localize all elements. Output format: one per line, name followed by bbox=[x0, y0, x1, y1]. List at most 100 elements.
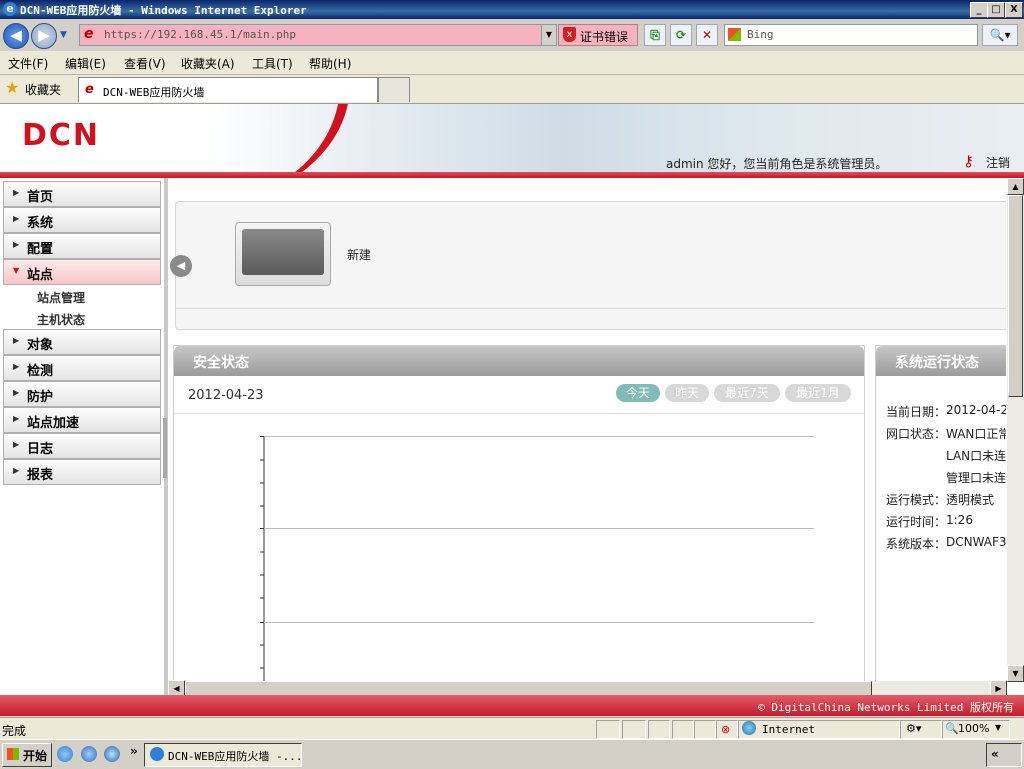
key-icon[interactable]: ⚷ bbox=[963, 152, 974, 170]
certificate-error-button[interactable]: x 证书错误 bbox=[558, 24, 638, 46]
uptime-value: 1:26 bbox=[946, 513, 973, 527]
blocked-icon[interactable]: ⊗ bbox=[721, 723, 730, 736]
zoom-dropdown-icon[interactable]: ▼ bbox=[995, 723, 1001, 732]
status-cell bbox=[694, 720, 716, 739]
version-row: 系统版本： DCNWAF3 bbox=[886, 535, 1006, 552]
history-dropdown-icon[interactable]: ▼ bbox=[60, 30, 67, 40]
uptime-label: 运行时间： bbox=[886, 515, 947, 529]
quicklaunch-server-icon[interactable] bbox=[81, 746, 97, 762]
prev-arrow-icon[interactable]: ◀ bbox=[170, 255, 192, 277]
refresh-button[interactable]: ⟳ bbox=[670, 24, 692, 46]
menu-view[interactable]: 查看(V) bbox=[124, 55, 166, 72]
dcn-logo: DCN bbox=[22, 118, 101, 153]
menu-file[interactable]: 文件(F) bbox=[8, 55, 48, 72]
address-url[interactable]: https://192.168.45.1/main.php bbox=[104, 28, 296, 41]
port-status-label: 网口状态： bbox=[886, 427, 947, 441]
start-button[interactable]: 开始 bbox=[2, 743, 52, 767]
compatibility-view-button[interactable]: ⎘ bbox=[644, 24, 666, 46]
menu-edit[interactable]: 编辑(E) bbox=[65, 55, 106, 72]
sidebar-item-detect[interactable]: ▶ 检测 bbox=[3, 355, 161, 381]
run-mode-row: 运行模式： 透明模式 bbox=[886, 491, 994, 508]
sidebar-item-system[interactable]: ▶ 系统 bbox=[3, 207, 161, 233]
search-field[interactable]: Bing bbox=[724, 24, 978, 46]
close-button[interactable]: X bbox=[1005, 2, 1023, 18]
forward-button[interactable]: ▶ bbox=[31, 23, 57, 49]
caret-right-icon: ▶ bbox=[13, 466, 20, 475]
sidebar-item-site[interactable]: ▼ 站点 bbox=[3, 259, 161, 285]
new-tab-button[interactable] bbox=[378, 77, 410, 102]
browser-tab[interactable]: e DCN-WEB应用防火墙 bbox=[78, 77, 378, 102]
quicklaunch-more-icon[interactable]: » bbox=[130, 744, 138, 758]
search-button[interactable]: 🔍▾ bbox=[982, 24, 1018, 46]
menu-help[interactable]: 帮助(H) bbox=[309, 55, 351, 72]
current-date-value: 2012-04-2 bbox=[946, 403, 1006, 417]
sidebar-item-object[interactable]: ▶ 对象 bbox=[3, 329, 161, 355]
sidebar-item-home[interactable]: ▶ 首页 bbox=[3, 181, 161, 207]
filter-yesterday-button[interactable]: 昨天 bbox=[665, 384, 709, 402]
sidebar-item-config[interactable]: ▶ 配置 bbox=[3, 233, 161, 259]
status-cell bbox=[648, 720, 670, 739]
filter-today-button[interactable]: 今天 bbox=[616, 384, 660, 402]
address-bar-row: ◀ ▶ ▼ e https://192.168.45.1/main.php ▼ … bbox=[0, 19, 1024, 51]
sidebar-item-label: 首页 bbox=[27, 190, 54, 205]
current-date-row: 当前日期： 2012-04-2 bbox=[886, 403, 1006, 420]
logout-link[interactable]: 注销 bbox=[986, 154, 1010, 171]
filter-7days-button[interactable]: 最近7天 bbox=[714, 384, 780, 402]
new-site-link[interactable]: 新建 bbox=[347, 246, 371, 263]
caret-right-icon: ▶ bbox=[13, 188, 20, 197]
security-status-title: 安全状态 bbox=[193, 355, 249, 371]
tab-title: DCN-WEB应用防火墙 bbox=[103, 86, 205, 99]
search-placeholder: Bing bbox=[747, 28, 774, 41]
sidebar-item-label: 报表 bbox=[27, 468, 54, 483]
filter-1month-button[interactable]: 最近1月 bbox=[785, 384, 851, 402]
sidebar-item-log[interactable]: ▶ 日志 bbox=[3, 433, 161, 459]
caret-right-icon: ▶ bbox=[13, 336, 20, 345]
zoom-level[interactable]: 100% bbox=[958, 722, 989, 735]
address-dropdown-icon[interactable]: ▼ bbox=[541, 25, 556, 45]
status-cell bbox=[596, 720, 620, 739]
scroll-down-icon[interactable]: ▼ bbox=[1007, 665, 1024, 682]
scroll-right-icon[interactable]: ▶ bbox=[990, 680, 1007, 696]
scroll-left-icon[interactable]: ◀ bbox=[168, 680, 185, 696]
security-separator bbox=[174, 413, 864, 414]
page-e-icon: e bbox=[84, 26, 94, 42]
protected-mode-cell[interactable]: ⚙▾ bbox=[900, 720, 942, 739]
minimize-button[interactable]: _ bbox=[970, 2, 988, 18]
status-cell bbox=[672, 720, 694, 739]
caret-down-icon: ▼ bbox=[13, 266, 20, 275]
windows-logo-icon bbox=[7, 748, 19, 760]
sidebar-subitem-host-status[interactable]: 主机状态 bbox=[37, 311, 85, 328]
security-status-header: 安全状态 bbox=[174, 346, 864, 376]
sidebar-item-protect[interactable]: ▶ 防护 bbox=[3, 381, 161, 407]
window-title-bar: e DCN-WEB应用防火墙 - Windows Internet Explor… bbox=[0, 0, 1024, 19]
vertical-scrollbar[interactable]: ▲ ▼ bbox=[1007, 178, 1024, 682]
sidebar-collapse-handle[interactable] bbox=[163, 418, 167, 478]
menu-tools[interactable]: 工具(T) bbox=[252, 55, 293, 72]
taskbar-window-item[interactable]: DCN-WEB应用防火墙 -... bbox=[144, 743, 302, 767]
favorites-button[interactable]: 收藏夹 bbox=[25, 81, 61, 98]
sidebar-subitem-site-management[interactable]: 站点管理 bbox=[37, 289, 85, 306]
sidebar-item-label: 防护 bbox=[27, 390, 54, 405]
system-tray: « bbox=[986, 743, 1022, 767]
favorites-star-icon[interactable]: ★ bbox=[5, 80, 19, 96]
new-site-monitor-icon[interactable] bbox=[235, 222, 331, 286]
stop-button[interactable]: ✕ bbox=[696, 24, 718, 46]
quicklaunch-ie-icon[interactable] bbox=[57, 746, 73, 762]
horizontal-scroll-thumb[interactable] bbox=[185, 681, 872, 696]
sidebar-item-report[interactable]: ▶ 报表 bbox=[3, 459, 161, 485]
scroll-up-icon[interactable]: ▲ bbox=[1007, 178, 1024, 195]
horizontal-scrollbar[interactable]: ◀ ▶ bbox=[168, 680, 1007, 696]
sidebar-item-site-accel[interactable]: ▶ 站点加速 bbox=[3, 407, 161, 433]
vertical-scroll-thumb[interactable] bbox=[1008, 195, 1023, 397]
security-zone[interactable]: Internet bbox=[762, 723, 815, 736]
favorites-bar: ★ 收藏夹 e DCN-WEB应用防火墙 bbox=[0, 75, 1024, 103]
maximize-button[interactable]: □ bbox=[987, 2, 1005, 18]
caret-right-icon: ▶ bbox=[13, 362, 20, 371]
menu-favorites[interactable]: 收藏夹(A) bbox=[181, 55, 235, 72]
address-field[interactable]: e https://192.168.45.1/main.php ▼ bbox=[79, 24, 557, 46]
back-button[interactable]: ◀ bbox=[3, 23, 29, 49]
zoom-icon: 🔍 bbox=[945, 722, 959, 735]
tray-expand-icon[interactable]: « bbox=[991, 747, 999, 761]
quicklaunch-desktop-icon[interactable] bbox=[104, 746, 120, 762]
certificate-error-label: 证书错误 bbox=[580, 30, 629, 44]
